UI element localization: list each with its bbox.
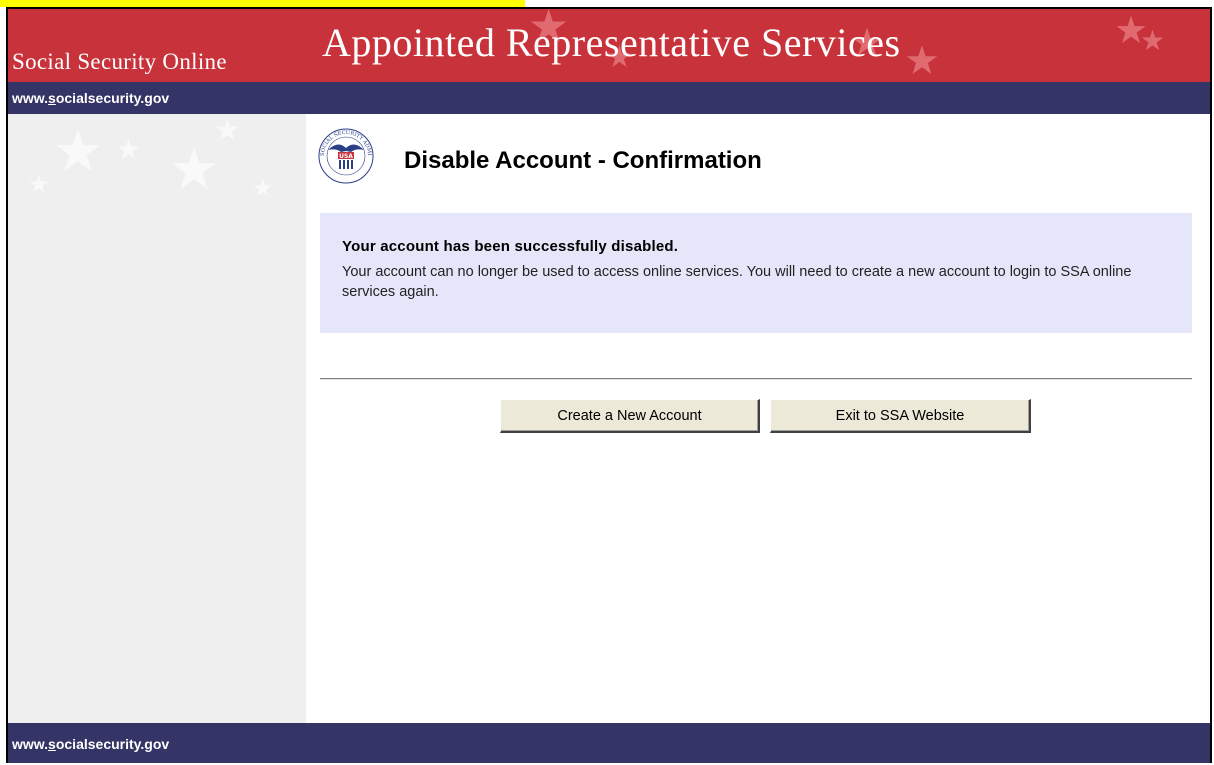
header-banner: ★ ★ ★ ★ ★ ★ Social Security Online Appoi…: [8, 9, 1210, 82]
divider: [320, 378, 1192, 380]
site-url-link[interactable]: www.socialsecurity.gov: [12, 90, 169, 106]
url-rest: ocialsecurity.gov: [55, 736, 170, 752]
url-prefix: www.: [12, 90, 49, 106]
star-icon: ★: [904, 38, 940, 82]
message-body: Your account can no longer be used to ac…: [342, 264, 1132, 300]
url-prefix: www.: [12, 736, 49, 752]
ssa-seal-icon: USA SOCIAL SECURITY ADMINISTRATION: [318, 128, 374, 184]
star-icon: ★: [252, 174, 274, 202]
url-bar: www.socialsecurity.gov: [8, 82, 1210, 114]
page-title: Disable Account - Confirmation: [404, 147, 762, 174]
url-underlined-letter: s: [48, 736, 56, 752]
star-icon: ★: [116, 133, 142, 166]
site-name: Social Security Online: [12, 49, 227, 74]
star-icon: ★: [28, 170, 50, 198]
left-sidebar: ★ ★ ★ ★ ★ ★: [8, 114, 306, 723]
url-underlined-letter: s: [48, 90, 56, 106]
star-icon: ★: [52, 117, 104, 185]
main-content: USA SOCIAL SECURITY ADMINISTRATION Disab…: [306, 114, 1210, 723]
service-title: Appointed Representative Services: [322, 20, 901, 65]
page-frame: ★ ★ ★ ★ ★ ★ Social Security Online Appoi…: [6, 7, 1212, 763]
footer-bar: www.socialsecurity.gov: [8, 723, 1210, 763]
footer-site-url-link[interactable]: www.socialsecurity.gov: [12, 736, 169, 752]
exit-to-ssa-website-button[interactable]: Exit to SSA Website: [770, 399, 1031, 433]
star-icon: ★: [1140, 24, 1166, 57]
star-icon: ★: [168, 135, 220, 203]
highlight-strip: [0, 0, 525, 7]
confirmation-message-box: Your account has been successfully disab…: [320, 213, 1192, 333]
url-rest: ocialsecurity.gov: [55, 90, 170, 106]
star-icon: ★: [214, 114, 241, 148]
message-heading: Your account has been successfully disab…: [342, 238, 679, 255]
create-account-button[interactable]: Create a New Account: [500, 399, 760, 433]
seal-shield-text: USA: [339, 153, 353, 160]
